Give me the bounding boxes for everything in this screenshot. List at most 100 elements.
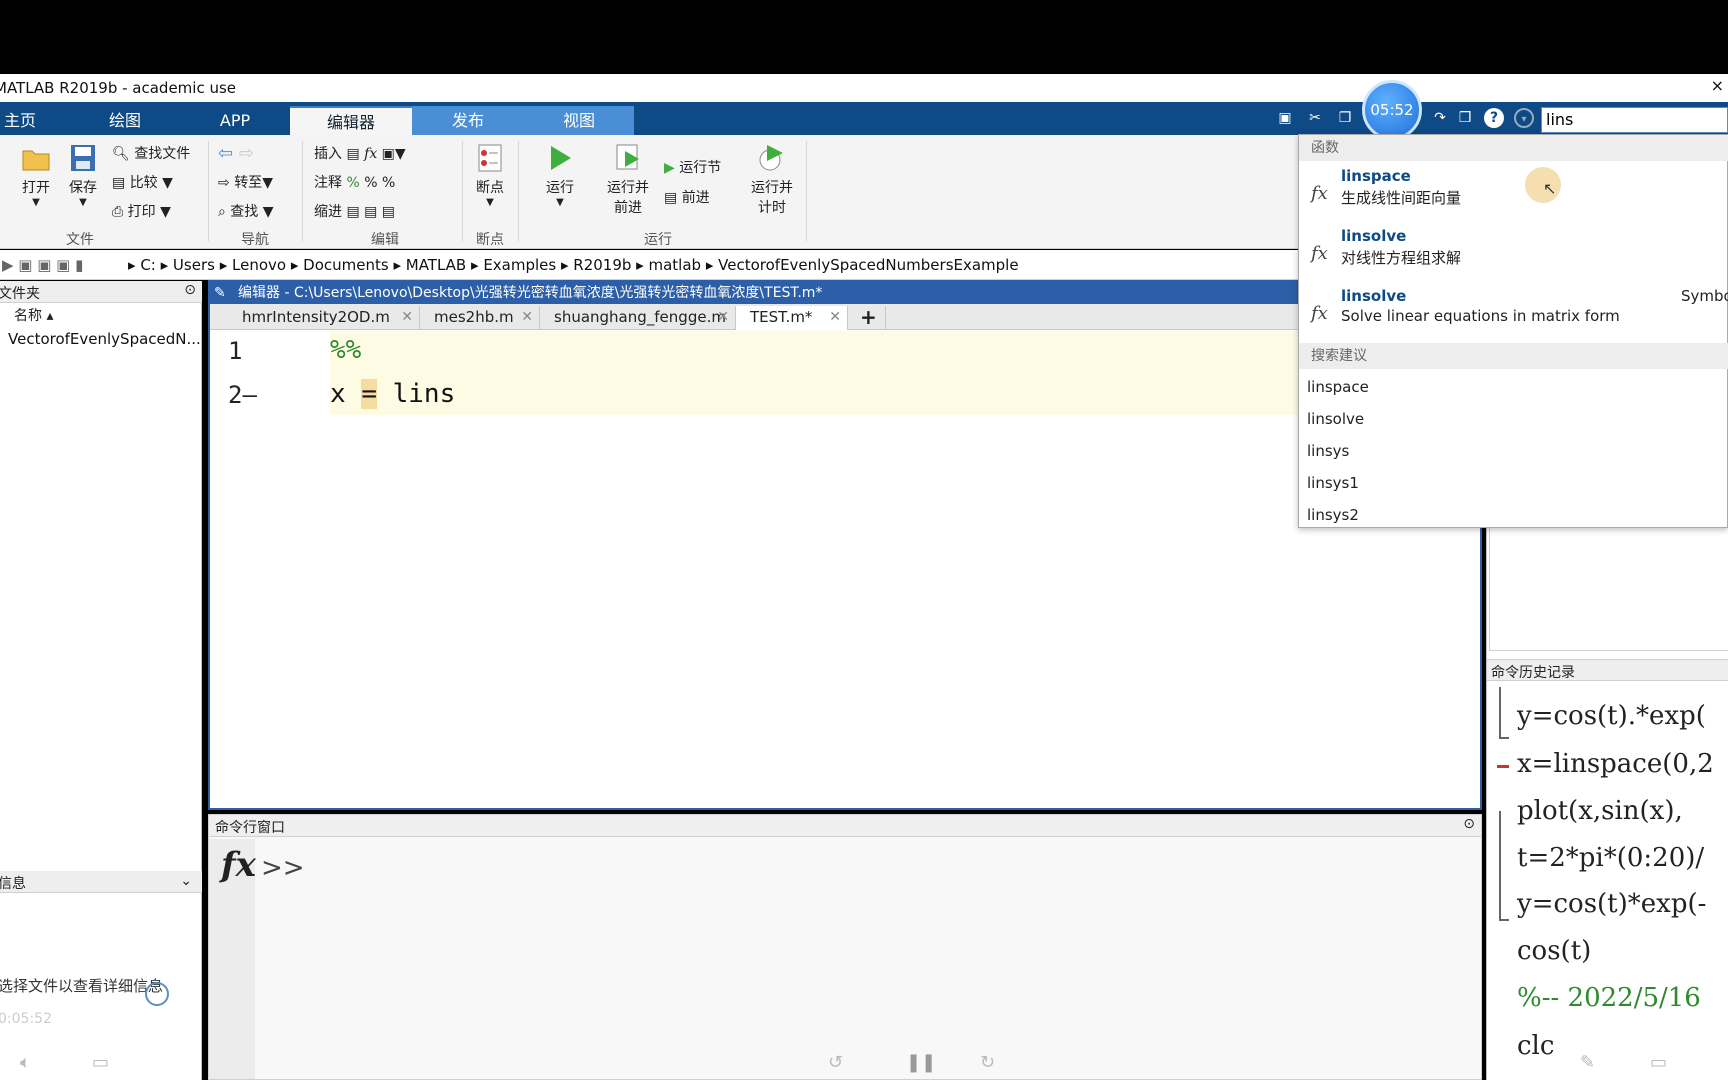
close-icon[interactable]: ✕ <box>829 306 841 328</box>
search-suggestion[interactable]: linspace <box>1307 378 1369 396</box>
print-button[interactable]: ⎙ 打印 ▼ <box>112 201 171 221</box>
help-icon[interactable]: ? <box>1484 108 1504 128</box>
function-suggestion[interactable]: fx linspace 生成线性间距向量 ↖ <box>1299 163 1728 221</box>
rewind-icon[interactable]: ↺ <box>828 1052 843 1073</box>
editor-tab-active[interactable]: TEST.m* ✕ <box>736 306 848 330</box>
tab-plots[interactable]: 绘图 <box>90 106 160 135</box>
search-suggestion[interactable]: linsys <box>1307 442 1349 460</box>
history-line[interactable]: cos(t) <box>1517 936 1591 966</box>
forward-icon[interactable]: ↻ <box>980 1052 995 1073</box>
run-button[interactable]: 运行 ▼ <box>532 143 588 208</box>
mouse-pointer-icon: ↖ <box>1543 179 1557 198</box>
address-nav-icons[interactable]: ▶ ▣ ▣ ▣ ▮ <box>2 256 83 274</box>
history-line[interactable]: plot(x,sin(x), <box>1517 796 1683 826</box>
volume-icon[interactable]: 🔈︎ <box>20 1052 31 1073</box>
fx-icon: fx <box>1311 303 1328 324</box>
current-folder-address-bar[interactable]: ▶ ▣ ▣ ▣ ▮ ▸ C: ▸ Users ▸ Lenovo ▸ Docume… <box>0 250 1300 280</box>
chevron-down-icon: ▼ <box>486 197 494 208</box>
fx-icon: fx <box>1311 243 1328 264</box>
breakpoint-icon <box>478 144 502 172</box>
group-label-breakpoints: 断点 <box>476 232 504 248</box>
command-prompt[interactable]: >> <box>261 853 305 883</box>
advance-button[interactable]: ▤ 前进 <box>664 187 710 207</box>
breadcrumb: ▸ C: ▸ Users ▸ Lenovo ▸ Documents ▸ MATL… <box>128 256 1019 274</box>
history-line[interactable]: x=linspace(0,2 <box>1517 749 1714 779</box>
tab-home[interactable]: 主页 <box>0 106 50 135</box>
save-icon[interactable]: ▣ <box>1275 108 1295 128</box>
run-time-icon <box>759 145 783 171</box>
history-line[interactable]: y=cos(t).*exp( <box>1517 701 1706 731</box>
code-line-1[interactable]: %% <box>330 335 361 365</box>
run-section-button[interactable]: ▶ 运行节 <box>664 157 721 177</box>
tab-publish[interactable]: 发布 <box>412 106 524 135</box>
chevron-down-icon[interactable]: ⌄ <box>180 873 192 889</box>
comment-row[interactable]: 注释 % % % <box>314 172 395 192</box>
folder-list-item[interactable]: VectorofEvenlySpacedN... <box>8 330 201 348</box>
code-line-2[interactable]: x = lins <box>330 379 455 409</box>
warning-underline: = <box>361 379 377 409</box>
search-suggestion[interactable]: linsys1 <box>1307 474 1359 492</box>
cut-icon[interactable]: ✂ <box>1305 108 1325 128</box>
open-button[interactable]: 打开 ▼ <box>8 145 64 208</box>
expand-icon[interactable]: ▾ <box>1514 108 1534 128</box>
indent-row[interactable]: 缩进 ▤ ▤ ▤ <box>314 201 395 221</box>
run-and-advance-button[interactable]: 运行并 前进 <box>598 143 658 217</box>
goto-button[interactable]: ⇨ 转至▼ <box>218 172 273 192</box>
find-files-icon: 🔍︎ <box>112 146 130 162</box>
video-top-bar <box>0 0 1728 74</box>
add-tab-button[interactable]: + <box>850 306 886 330</box>
suggestions-section-header: 搜索建议 <box>1299 343 1728 369</box>
search-suggestion[interactable]: linsolve <box>1307 410 1364 428</box>
close-icon[interactable]: ✕ <box>717 306 729 328</box>
column-header-name[interactable]: 名称 ▴ <box>14 305 53 325</box>
screen-icon[interactable]: ▭ <box>1650 1052 1667 1073</box>
function-suggestion[interactable]: fx linsolve Solve linear equations in ma… <box>1299 283 1728 341</box>
editor-tab[interactable]: mes2hb.m ✕ <box>420 306 540 330</box>
details-placeholder: 选择文件以查看详细信息 <box>0 977 164 995</box>
redo-icon[interactable]: ↷ <box>1430 108 1450 128</box>
history-group-line <box>1499 811 1501 921</box>
window-title: MATLAB R2019b - academic use <box>0 79 237 97</box>
fx-icon[interactable]: fx <box>221 845 256 885</box>
run-section-icon: ▶ <box>664 160 675 176</box>
save-button[interactable]: 保存 ▼ <box>60 143 106 208</box>
subtitle-icon[interactable]: ▭ <box>92 1052 109 1073</box>
search-documentation-input[interactable]: lins <box>1541 107 1728 133</box>
find-button[interactable]: ⌕ 查找 ▼ <box>218 201 274 221</box>
history-group-line <box>1499 687 1501 739</box>
insert-row[interactable]: 插入 ▤ fx ▣▼ <box>314 143 406 163</box>
breakpoints-button[interactable]: 断点 ▼ <box>468 143 512 208</box>
tab-view[interactable]: 视图 <box>524 106 634 135</box>
code-area[interactable]: 1 %% 2— x = lins <box>210 331 1480 808</box>
close-icon[interactable]: ✕ <box>401 306 413 328</box>
function-suggestion[interactable]: fx linsolve 对线性方程组求解 <box>1299 223 1728 281</box>
close-icon[interactable]: × <box>1711 76 1724 95</box>
find-files-button[interactable]: 🔍︎ 查找文件 <box>112 143 190 163</box>
pause-icon[interactable]: ❚❚ <box>906 1052 936 1073</box>
play-icon <box>551 146 571 170</box>
compare-button[interactable]: ▤ 比较 ▼ <box>112 172 173 192</box>
window-icon[interactable]: ❒ <box>1455 108 1475 128</box>
functions-section-header: 函数 <box>1299 135 1728 161</box>
panel-options-icon[interactable]: ⊙ <box>1463 816 1475 832</box>
toolbox-label: Symbo <box>1681 287 1728 305</box>
history-line[interactable]: clc <box>1517 1031 1554 1061</box>
editor-tab[interactable]: shuanghang_fengge.m ✕ <box>540 306 736 330</box>
screen: MATLAB R2019b - academic use × 主页 绘图 APP… <box>0 0 1728 1080</box>
pen-icon[interactable]: ✎ <box>1580 1052 1595 1073</box>
close-icon[interactable]: ✕ <box>521 306 533 328</box>
wrap-icon: % <box>381 175 396 191</box>
copy-icon[interactable]: ❐ <box>1335 108 1355 128</box>
run-and-time-button[interactable]: 运行并 计时 <box>742 143 802 217</box>
smart-indent-icon: ▤ ▤ ▤ <box>346 204 396 220</box>
breakpoints-label: 断点 <box>476 180 504 196</box>
panel-options-icon[interactable]: ⊙ <box>184 282 196 298</box>
tab-editor[interactable]: 编辑器 <box>290 106 412 135</box>
tab-apps[interactable]: APP <box>200 106 270 135</box>
history-line[interactable]: y=cos(t)*exp(- <box>1517 889 1706 919</box>
editor-tab[interactable]: hmrIntensity2OD.m ✕ <box>228 306 420 330</box>
history-line[interactable]: t=2*pi*(0:20)/ <box>1517 843 1704 873</box>
back-forward-icons[interactable]: ⇦ ⇨ <box>218 143 254 164</box>
search-suggestion[interactable]: linsys2 <box>1307 506 1359 524</box>
compare-icon: ▤ <box>112 175 126 191</box>
